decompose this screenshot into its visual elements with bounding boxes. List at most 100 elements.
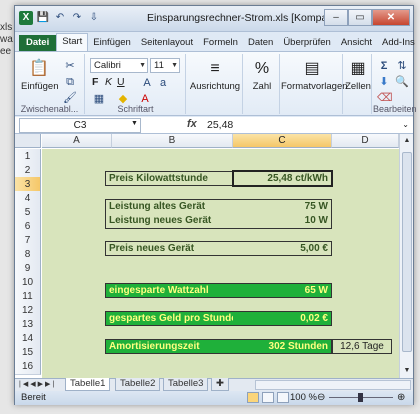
cell-c11[interactable]: 65 W — [233, 283, 332, 298]
title-bar: X 💾 ↶ ↷ ⇩ Einsparungsrechner-Strom.xls [… — [15, 6, 413, 32]
tab-seitenlayout[interactable]: Seitenlayout — [136, 35, 198, 51]
cell-d15[interactable]: 12,6 Tage — [332, 339, 392, 354]
close-button[interactable]: ✕ — [372, 9, 410, 26]
editing-group-label: Bearbeiten — [373, 104, 417, 114]
cell-b15[interactable]: Amortisierungszeit — [105, 339, 233, 354]
tab-datei[interactable]: Datei — [19, 35, 57, 51]
undo-icon[interactable]: ↶ — [53, 11, 67, 25]
font-group: Calibri ▼ 11 ▼ F K U A a ▦ ◆ A Schriftart — [86, 54, 186, 114]
save-icon[interactable]: 💾 — [36, 11, 50, 25]
insert-function-icon[interactable]: fx — [187, 118, 197, 130]
insert-sheet-icon[interactable]: ✚ — [211, 378, 229, 391]
sheet-tab-tabelle3[interactable]: Tabelle3 — [163, 378, 209, 391]
status-ready: Bereit — [21, 392, 46, 403]
clear-icon[interactable]: ⌫ — [377, 91, 393, 105]
zoom-out-icon[interactable]: ⊖ — [317, 391, 325, 404]
format-painter-icon[interactable]: 🖌 — [63, 91, 77, 105]
italic-button[interactable]: K — [105, 76, 112, 88]
sort-filter-icon[interactable]: ⇅ — [395, 59, 409, 73]
alignment-button[interactable]: ≡ Ausrichtung — [189, 58, 241, 92]
chevron-down-icon: ▼ — [139, 62, 146, 69]
chevron-down-icon[interactable]: ▼ — [131, 120, 138, 127]
alignment-label: Ausrichtung — [189, 81, 241, 92]
cell-c13[interactable]: 0,02 € — [233, 311, 332, 326]
cell-c8[interactable]: 5,00 € — [233, 241, 332, 256]
sheet-navigation-icon[interactable]: |◀◀▶▶| — [19, 379, 56, 391]
formula-input[interactable]: 25,48 — [207, 119, 233, 131]
maximize-button[interactable]: ▭ — [348, 9, 372, 26]
row-header[interactable]: 16 — [15, 359, 41, 375]
tab-daten[interactable]: Daten — [243, 35, 278, 51]
excel-window: X 💾 ↶ ↷ ⇩ Einsparungsrechner-Strom.xls [… — [14, 5, 417, 405]
editing-group: Σ ⬇ ⌫ ⇅ 🔍 Bearbeiten — [373, 54, 417, 114]
name-box[interactable]: C3 — [19, 118, 141, 133]
cells-button[interactable]: ▦ Zellen — [344, 58, 372, 92]
alignment-group: ≡ Ausrichtung — [187, 54, 243, 114]
font-group-label: Schriftart — [117, 104, 154, 114]
vertical-scrollbar[interactable]: ▲ ▼ — [399, 134, 413, 378]
number-format-button[interactable]: % Zahl — [246, 58, 278, 92]
column-header-d[interactable]: D — [332, 134, 399, 148]
sheet-tab-tabelle2[interactable]: Tabelle2 — [115, 378, 161, 391]
percent-icon: % — [254, 60, 270, 77]
customize-toolbar-icon[interactable]: ⇩ — [87, 11, 101, 25]
tab-ueberpruefen[interactable]: Überprüfen — [278, 35, 336, 51]
background-text: xls wa ee — [0, 22, 13, 58]
shrink-font-icon[interactable]: a — [156, 76, 170, 90]
tab-ansicht[interactable]: Ansicht — [336, 35, 377, 51]
cell-b13[interactable]: gespartes Geld pro Stunde — [105, 311, 233, 326]
tab-add-ins[interactable]: Add-Ins — [377, 35, 420, 51]
horizontal-scrollbar[interactable] — [255, 380, 411, 390]
scroll-up-icon[interactable]: ▲ — [400, 134, 413, 148]
cell-c5[interactable]: 75 W — [233, 199, 332, 214]
page-layout-view-icon[interactable] — [262, 392, 274, 403]
underline-button[interactable]: U — [117, 76, 125, 88]
grow-font-icon[interactable]: A — [140, 76, 154, 90]
zoom-in-icon[interactable]: ⊕ — [397, 391, 405, 404]
font-name-value: Calibri — [94, 60, 121, 71]
cell-c15[interactable]: 302 Stunden — [233, 339, 332, 354]
normal-view-icon[interactable] — [247, 392, 259, 403]
copy-icon[interactable]: ⧉ — [63, 75, 77, 89]
paste-button[interactable]: 📋 Einfügen — [21, 58, 59, 92]
cell-c6[interactable]: 10 W — [233, 214, 332, 229]
tab-einfuegen[interactable]: Einfügen — [88, 35, 136, 51]
clipboard-group-label: Zwischenabl... — [20, 104, 79, 114]
page-break-view-icon[interactable] — [277, 392, 289, 403]
cell-b8[interactable]: Preis neues Gerät — [105, 241, 233, 256]
styles-button[interactable]: ▤ Formatvorlagen — [281, 58, 348, 92]
paste-label: Einfügen — [21, 81, 59, 92]
tab-start[interactable]: Start — [56, 33, 89, 51]
paste-icon: 📋 — [29, 60, 49, 77]
scroll-down-icon[interactable]: ▼ — [400, 364, 413, 378]
cell-b11[interactable]: eingesparte Wattzahl — [105, 283, 233, 298]
font-name-select[interactable]: Calibri ▼ — [90, 58, 148, 73]
cell-b5[interactable]: Leistung altes Gerät — [105, 199, 233, 214]
excel-logo-icon[interactable]: X — [19, 11, 33, 25]
column-header-c[interactable]: C — [233, 134, 332, 148]
scroll-thumb[interactable] — [402, 152, 412, 352]
zoom-slider-knob[interactable] — [358, 393, 363, 402]
select-all-corner[interactable] — [15, 134, 41, 148]
expand-formula-icon[interactable]: ⌄ — [402, 120, 409, 129]
redo-icon[interactable]: ↷ — [70, 11, 84, 25]
cell-b6[interactable]: Leistung neues Gerät — [105, 214, 233, 229]
font-size-value: 11 — [154, 60, 164, 71]
column-header-b[interactable]: B — [112, 134, 233, 148]
tab-formeln[interactable]: Formeln — [198, 35, 243, 51]
cell-c3[interactable]: 25,48 ct/kWh — [232, 170, 333, 187]
find-icon[interactable]: 🔍 — [395, 75, 409, 89]
zoom-level[interactable]: 100 % — [290, 391, 317, 404]
view-buttons — [247, 392, 289, 403]
cells-label: Zellen — [345, 81, 371, 92]
cell-b3[interactable]: Preis Kilowattstunde — [105, 171, 233, 186]
font-size-select[interactable]: 11 ▼ — [150, 58, 180, 73]
column-header-a[interactable]: A — [42, 134, 112, 148]
minimize-button[interactable]: – — [324, 9, 348, 26]
bold-button[interactable]: F — [92, 76, 98, 88]
worksheet-grid: A B C D 1 2 3 4 5 6 7 8 9 10 11 12 13 14… — [15, 134, 413, 378]
autosum-icon[interactable]: Σ — [377, 59, 391, 73]
cut-icon[interactable]: ✂ — [63, 59, 77, 73]
sheet-tab-tabelle1[interactable]: Tabelle1 — [65, 378, 111, 391]
fill-icon[interactable]: ⬇ — [377, 75, 391, 89]
